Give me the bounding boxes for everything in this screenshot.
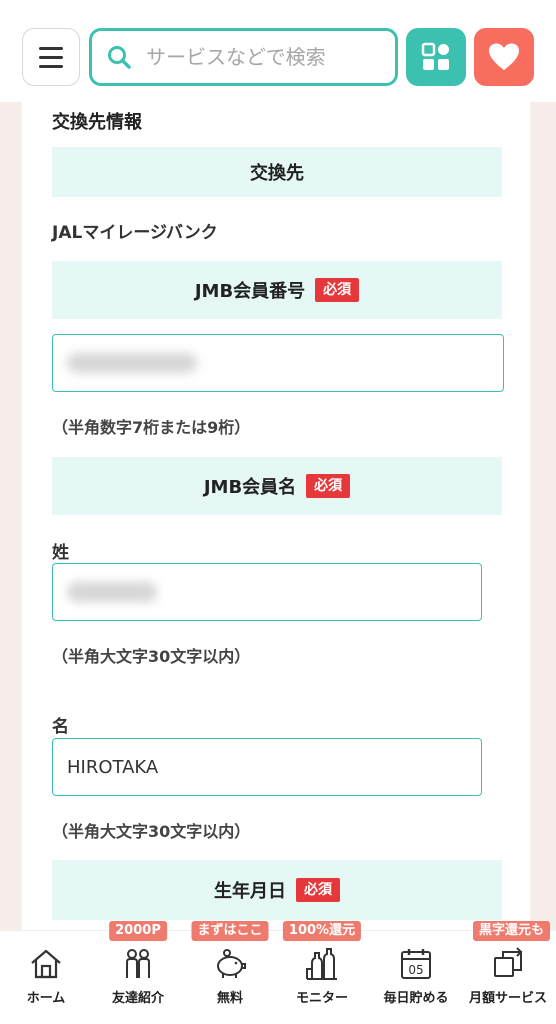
piggy-bank-icon [212,947,248,981]
home-icon [28,947,64,981]
last-name-label: 姓 [52,543,69,563]
search-icon [108,46,131,69]
exchange-band-label: 交換先 [250,163,304,184]
heart-icon [489,43,519,70]
member-number-band: JMB会員番号 必須 [52,261,502,319]
nav-label: 月額サービス [468,991,547,1006]
member-number-field[interactable] [52,334,504,392]
birthdate-label: 生年月日 [214,881,286,902]
search-input[interactable] [146,45,366,69]
nav-home[interactable]: ホーム [0,931,92,1024]
nav-badge: 100%還元 [282,921,362,941]
first-name-input[interactable] [67,756,481,778]
hamburger-icon [39,46,63,50]
nav-friend-referral[interactable]: 2000P 友達紹介 [92,921,184,1024]
member-name-label: JMB会員名 [203,477,297,498]
birthdate-band: 生年月日 必須 [52,860,502,920]
nav-label: 毎日貯める [383,991,449,1006]
last-name-note: （半角大文字30文字以内） [52,647,251,666]
section-title: 交換先情報 [52,112,142,133]
member-name-band: JMB会員名 必須 [52,457,502,515]
masked-value [67,582,157,602]
member-number-note: （半角数字7桁または9桁） [52,418,251,437]
friends-icon [120,947,156,981]
calendar-icon: 05 [398,947,434,981]
subscription-icon [490,947,526,981]
nav-monitor[interactable]: 100%還元 モニター [276,921,368,1024]
member-number-label: JMB会員番号 [194,281,306,302]
search-box[interactable] [89,28,398,86]
last-name-field[interactable] [52,563,482,621]
nav-label: 無料 [216,991,243,1006]
required-badge: 必須 [315,278,360,302]
nav-badge: まずはここ [191,921,269,941]
nav-label: 友達紹介 [111,991,164,1006]
nav-badge: 黒字還元も [472,921,550,941]
bottles-icon [304,947,340,981]
nav-label: モニター [295,991,348,1006]
required-badge: 必須 [296,878,340,902]
category-grid-button[interactable] [406,28,466,86]
required-badge: 必須 [306,474,351,498]
first-name-label: 名 [52,717,69,737]
nav-daily[interactable]: 05 毎日貯める [370,931,462,1024]
first-name-field[interactable] [52,738,482,796]
menu-button[interactable] [22,28,80,86]
nav-label: ホーム [26,991,66,1006]
bottom-nav: ホーム 2000P 友達紹介 まずはここ 無料 100%還元 モニター 05 毎… [0,921,556,1024]
grid-icon [421,42,449,70]
first-name-note: （半角大文字30文字以内） [52,822,251,841]
nav-badge: 2000P [109,921,167,941]
exchange-form: 交換先情報 交換先 JALマイレージバンク JMB会員番号 必須 （半角数字7桁… [22,102,530,930]
exchange-band: 交換先 [52,147,502,197]
header [0,0,556,102]
masked-value [67,353,197,373]
nav-free[interactable]: まずはここ 無料 [184,921,276,1024]
nav-monthly[interactable]: 黒字還元も 月額サービス [462,921,554,1024]
exchange-destination: JALマイレージバンク [52,223,218,243]
favorites-button[interactable] [474,28,534,86]
calendar-day: 05 [408,963,423,977]
